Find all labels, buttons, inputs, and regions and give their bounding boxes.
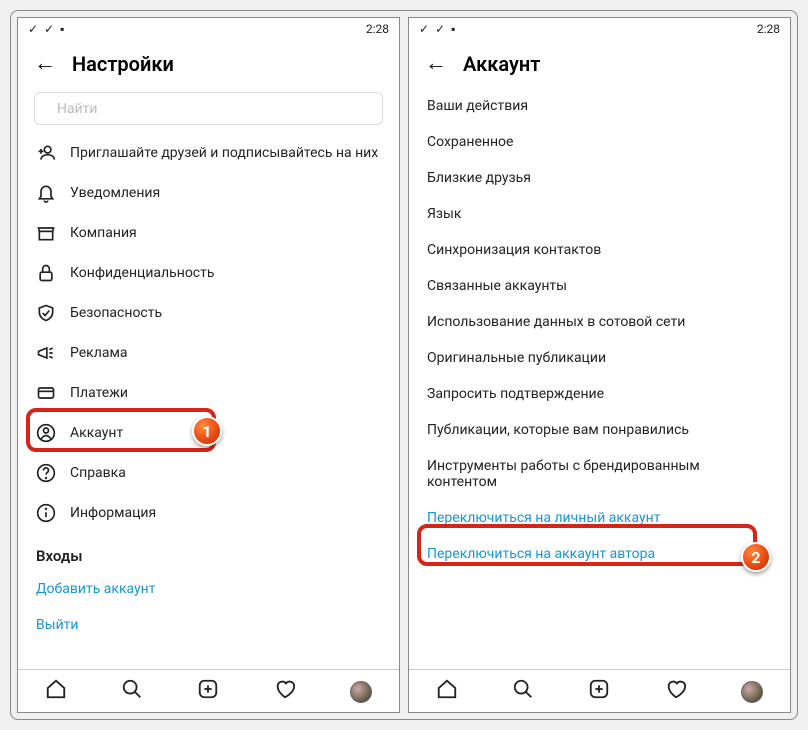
annotation-badge: 1 [192, 416, 222, 446]
user-icon [36, 423, 56, 443]
status-bar: ✓ ✓ ▪ 2:28 [409, 18, 790, 40]
shield-icon [36, 303, 56, 323]
status-box-icon: ▪ [60, 22, 64, 36]
settings-item-label: Уведомления [70, 185, 160, 201]
status-box-icon: ▪ [451, 22, 455, 36]
account-item-cellular-data[interactable]: Использование данных в сотовой сети [409, 304, 790, 340]
header: ← Настройки [18, 40, 399, 88]
add-post-icon[interactable] [197, 678, 219, 706]
account-item-actions[interactable]: Ваши действия [409, 88, 790, 124]
info-icon [36, 503, 56, 523]
account-item-label: Использование данных в сотовой сети [427, 314, 685, 330]
status-check-icon: ✓ [44, 22, 54, 36]
status-check-icon: ✓ [435, 22, 445, 36]
account-item-label: Связанные аккаунты [427, 278, 567, 294]
page-title: Аккаунт [463, 52, 540, 76]
account-item-linked-accounts[interactable]: Связанные аккаунты [409, 268, 790, 304]
settings-item-label: Реклама [70, 345, 127, 361]
bottom-nav [409, 669, 790, 712]
settings-item-label: Компания [70, 225, 137, 241]
clock: 2:28 [757, 22, 780, 36]
account-item-label: Оригинальные публикации [427, 350, 606, 366]
status-bar: ✓ ✓ ▪ 2:28 [18, 18, 399, 40]
search-input[interactable]: Найти [34, 92, 383, 125]
home-icon[interactable] [45, 678, 67, 706]
settings-item-label: Платежи [70, 385, 128, 401]
add-account-link[interactable]: Добавить аккаунт [18, 571, 399, 607]
megaphone-icon [36, 343, 56, 363]
card-icon [36, 383, 56, 403]
settings-item-label: Безопасность [70, 305, 162, 321]
settings-item-label: Конфиденциальность [70, 265, 214, 281]
settings-item-info[interactable]: Информация [18, 493, 399, 533]
settings-item-label: Приглашайте друзей и подписывайтесь на н… [70, 145, 378, 161]
account-item-label: Близкие друзья [427, 170, 531, 186]
account-item-liked-posts[interactable]: Публикации, которые вам понравились [409, 412, 790, 448]
status-check-icon: ✓ [28, 22, 38, 36]
status-check-icon: ✓ [419, 22, 429, 36]
switch-personal-link[interactable]: Переключиться на личный аккаунт [409, 500, 790, 536]
account-item-label: Синхронизация контактов [427, 242, 601, 258]
header: ← Аккаунт [409, 40, 790, 88]
account-item-label: Ваши действия [427, 98, 528, 114]
settings-item-notifications[interactable]: Уведомления [18, 173, 399, 213]
settings-item-label: Справка [70, 465, 126, 481]
back-arrow-icon[interactable]: ← [34, 53, 56, 75]
clock: 2:28 [366, 22, 389, 36]
profile-avatar[interactable] [350, 681, 372, 703]
heart-icon[interactable] [665, 678, 687, 706]
settings-item-privacy[interactable]: Конфиденциальность [18, 253, 399, 293]
add-post-icon[interactable] [588, 678, 610, 706]
page-title: Настройки [72, 52, 174, 76]
account-item-contacts-sync[interactable]: Синхронизация контактов [409, 232, 790, 268]
settings-item-help[interactable]: Справка [18, 453, 399, 493]
account-item-close-friends[interactable]: Близкие друзья [409, 160, 790, 196]
settings-item-label: Информация [70, 505, 156, 521]
account-item-request-verification[interactable]: Запросить подтверждение [409, 376, 790, 412]
switch-author-link[interactable]: Переключиться на аккаунт автора [409, 536, 790, 572]
account-item-label: Язык [427, 206, 461, 222]
settings-item-label: Аккаунт [70, 425, 123, 441]
settings-item-ads[interactable]: Реклама [18, 333, 399, 373]
account-item-branded-content[interactable]: Инструменты работы с брендированным конт… [409, 448, 790, 500]
settings-item-company[interactable]: Компания [18, 213, 399, 253]
settings-item-invite[interactable]: Приглашайте друзей и подписывайтесь на н… [18, 133, 399, 173]
profile-avatar[interactable] [741, 681, 763, 703]
settings-item-security[interactable]: Безопасность [18, 293, 399, 333]
heart-icon[interactable] [274, 678, 296, 706]
settings-menu: Приглашайте друзей и подписывайтесь на н… [18, 133, 399, 669]
logout-link[interactable]: Выйти [18, 607, 399, 643]
account-item-label: Запросить подтверждение [427, 386, 604, 402]
bell-icon [36, 183, 56, 203]
account-item-language[interactable]: Язык [409, 196, 790, 232]
back-arrow-icon[interactable]: ← [425, 53, 447, 75]
account-item-label: Инструменты работы с брендированным конт… [427, 458, 772, 490]
help-icon [36, 463, 56, 483]
account-item-original-posts[interactable]: Оригинальные публикации [409, 340, 790, 376]
annotation-badge: 2 [741, 542, 771, 572]
account-item-saved[interactable]: Сохраненное [409, 124, 790, 160]
search-nav-icon[interactable] [121, 678, 143, 706]
settings-item-payments[interactable]: Платежи [18, 373, 399, 413]
bottom-nav [18, 669, 399, 712]
invite-icon [36, 143, 56, 163]
logins-header: Входы [18, 533, 399, 571]
lock-icon [36, 263, 56, 283]
store-icon [36, 223, 56, 243]
search-placeholder: Найти [57, 101, 98, 117]
account-item-label: Публикации, которые вам понравились [427, 422, 689, 438]
account-item-label: Сохраненное [427, 134, 513, 150]
home-icon[interactable] [436, 678, 458, 706]
account-menu: Ваши действия Сохраненное Близкие друзья… [409, 88, 790, 669]
search-nav-icon[interactable] [512, 678, 534, 706]
